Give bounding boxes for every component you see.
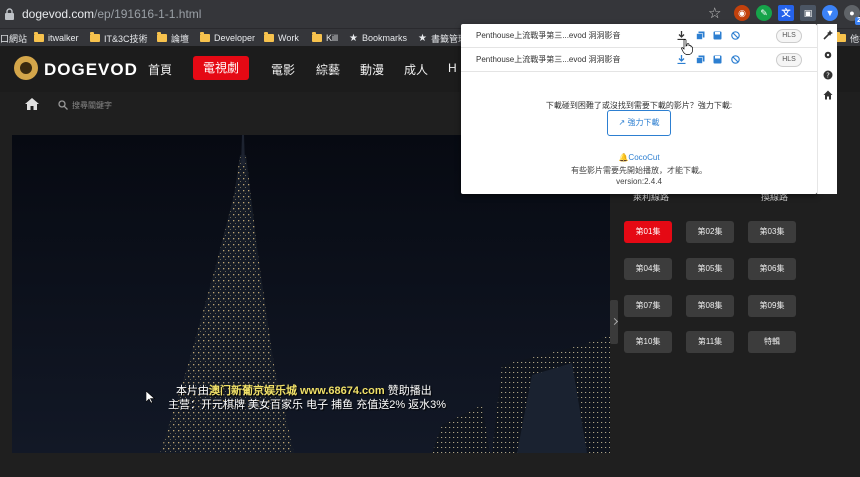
episode-button-10[interactable]: 第10集 xyxy=(624,331,672,353)
episode-button-09[interactable]: 第09集 xyxy=(748,295,796,317)
bookmark-item[interactable]: Developer xyxy=(200,31,255,45)
extension-icons: ◉ ✎ 文 ▣ ▼ ●2 ✦ xyxy=(734,5,860,25)
block-icon[interactable] xyxy=(731,55,740,64)
folder-icon xyxy=(157,32,167,42)
bookmark-item[interactable]: 論壇 xyxy=(157,31,189,45)
download-item-title: Penthouse上流戰爭第三...evod 洞洞影音 xyxy=(476,55,621,64)
magic-wand-icon[interactable] xyxy=(823,30,833,40)
episode-button-07[interactable]: 第07集 xyxy=(624,295,672,317)
version-label: version:2.4.4 xyxy=(616,177,662,186)
bookmark-star-icon[interactable]: ☆ xyxy=(708,6,724,22)
bookmark-item[interactable]: ★ 書籤管理 xyxy=(418,31,467,45)
star-icon: ★ xyxy=(418,32,427,44)
folder-icon xyxy=(836,32,846,42)
nav-tv-series[interactable]: 電視劇 xyxy=(193,56,249,80)
save-icon[interactable] xyxy=(713,31,722,40)
nav-anime[interactable]: 動漫 xyxy=(360,61,384,78)
url-field[interactable]: dogevod.com/ep/191616-1-1.html xyxy=(22,7,201,21)
video-subtitle-line2: 主营：开元棋牌 美女百家乐 电子 捕鱼 充值送2% 返水3% xyxy=(168,399,447,411)
nav-h[interactable]: H xyxy=(448,61,457,75)
copy-icon[interactable] xyxy=(696,31,705,40)
search-input[interactable]: 搜尋關鍵字 xyxy=(72,100,112,111)
cococut-popup: Penthouse上流戰爭第三...evod 洞洞影音 HLS Penthous… xyxy=(461,24,817,194)
save-icon[interactable] xyxy=(713,55,722,64)
settings-gear-icon[interactable] xyxy=(823,50,833,60)
help-icon[interactable]: ? xyxy=(823,70,833,80)
nav-variety[interactable]: 綜藝 xyxy=(316,61,340,78)
popup-side-toolbar: ? xyxy=(817,24,837,194)
bookmark-item[interactable]: 口網站 xyxy=(0,31,27,45)
episode-button-04[interactable]: 第04集 xyxy=(624,258,672,280)
nav-adult[interactable]: 成人 xyxy=(404,61,428,78)
url-domain: dogevod.com xyxy=(22,7,95,21)
lock-icon xyxy=(5,8,14,20)
bookmark-item[interactable]: Work xyxy=(264,31,299,45)
format-badge: HLS xyxy=(776,29,802,43)
cococut-extension-icon[interactable]: ● 2 xyxy=(844,5,860,25)
hand-cursor-icon xyxy=(681,39,693,55)
folder-icon xyxy=(264,32,274,42)
logo-icon[interactable] xyxy=(14,56,38,80)
extension-a-icon[interactable]: ◉ xyxy=(734,5,750,21)
svg-text:?: ? xyxy=(826,72,830,80)
bell-icon: 🔔 xyxy=(618,153,629,162)
url-path: /ep/191616-1-1.html xyxy=(94,7,202,21)
episode-button-11[interactable]: 第11集 xyxy=(686,331,734,353)
episode-button-01[interactable]: 第01集 xyxy=(624,221,672,243)
extension-b-icon[interactable]: ▣ xyxy=(800,5,816,21)
episode-button-08[interactable]: 第08集 xyxy=(686,295,734,317)
video-controls-area xyxy=(12,453,610,477)
home-page-icon[interactable] xyxy=(823,90,833,100)
folder-icon xyxy=(200,32,210,42)
folder-icon xyxy=(312,32,322,42)
episode-button-06[interactable]: 第06集 xyxy=(748,258,796,280)
home-icon[interactable] xyxy=(25,98,39,110)
bookmark-item[interactable]: IT&3C技術 xyxy=(90,31,148,45)
format-badge: HLS xyxy=(776,53,802,67)
download-item-title: Penthouse上流戰爭第三...evod 洞洞影音 xyxy=(476,31,621,40)
translate-icon[interactable]: 文 xyxy=(778,5,794,21)
bookmark-item[interactable]: Kill xyxy=(312,31,338,45)
download-item-row: Penthouse上流戰爭第三...evod 洞洞影音 HLS xyxy=(461,24,817,48)
folder-icon xyxy=(90,32,100,42)
bookmark-item[interactable]: itwalker xyxy=(34,31,79,45)
search-icon[interactable] xyxy=(58,100,68,110)
copy-icon[interactable] xyxy=(696,55,705,64)
collapse-sidebar-handle[interactable] xyxy=(610,300,618,344)
bookmark-item[interactable]: ★ Bookmarks xyxy=(349,31,407,45)
popup-note: 有些影片需要先開始播放，才能下載。 xyxy=(571,166,707,175)
screen: dogevod.com/ep/191616-1-1.html ☆ ◉ ✎ 文 ▣… xyxy=(0,0,860,477)
episode-button-02[interactable]: 第02集 xyxy=(686,221,734,243)
wand-icon: ↗ xyxy=(618,118,626,127)
episode-button-03[interactable]: 第03集 xyxy=(748,221,796,243)
folder-icon xyxy=(34,32,44,42)
bookmark-item[interactable]: 他書籤 xyxy=(836,31,860,45)
mouse-cursor-icon xyxy=(146,391,155,404)
episode-button-special[interactable]: 特輯 xyxy=(748,331,796,353)
force-download-button[interactable]: ↗ 強力下載 xyxy=(607,110,671,136)
nav-movies[interactable]: 電影 xyxy=(271,61,295,78)
extension-badge: 2 xyxy=(855,17,860,25)
nav-home[interactable]: 首頁 xyxy=(148,61,172,78)
download-icon[interactable] xyxy=(677,55,686,64)
download-item-row: Penthouse上流戰爭第三...evod 洞洞影音 HLS xyxy=(461,48,817,72)
star-icon: ★ xyxy=(349,32,358,44)
episode-button-05[interactable]: 第05集 xyxy=(686,258,734,280)
block-icon[interactable] xyxy=(731,31,740,40)
extension-c-icon[interactable]: ▼ xyxy=(822,5,838,21)
site-logo[interactable]: DOGEVOD xyxy=(44,60,138,80)
evernote-icon[interactable]: ✎ xyxy=(756,5,772,21)
brand-link[interactable]: 🔔CocoCut xyxy=(461,153,817,162)
